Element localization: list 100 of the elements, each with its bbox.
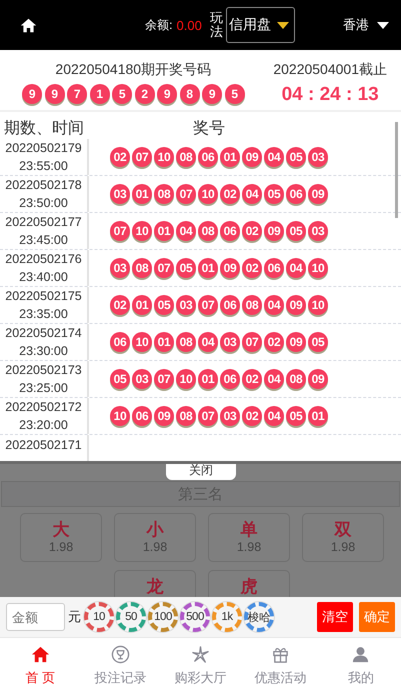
number-ball: 10: [132, 332, 152, 352]
nav-tab[interactable]: 优惠活动: [240, 638, 321, 693]
number-ball: 03: [110, 184, 130, 204]
draw-time: 23:45:00: [19, 232, 68, 249]
period-number: 20220502174: [5, 325, 82, 342]
number-ball: 03: [308, 221, 328, 241]
number-ball: 06: [264, 258, 284, 278]
number-ball: 02: [110, 295, 130, 315]
number-ball: 04: [264, 295, 284, 315]
number-ball: 05: [264, 184, 284, 204]
number-ball: 02: [242, 221, 262, 241]
number-ball: 06: [286, 184, 306, 204]
number-ball: 1: [90, 84, 110, 104]
number-ball: 02: [110, 147, 130, 167]
number-ball: 08: [176, 406, 196, 426]
balance-label: 余额:: [145, 16, 173, 34]
chip-button[interactable]: 500: [180, 602, 210, 632]
number-ball: 01: [198, 258, 218, 278]
number-ball: 07: [242, 332, 262, 352]
number-ball: 08: [286, 369, 306, 389]
nav-tab[interactable]: 我的: [320, 638, 401, 693]
number-ball: 03: [176, 295, 196, 315]
clear-button[interactable]: 清空: [317, 602, 353, 632]
nav-tab[interactable]: 首 页: [0, 638, 80, 693]
chip-button[interactable]: 50: [116, 602, 146, 632]
chip-button[interactable]: 1k: [212, 602, 242, 632]
draw-title: 20220504180期开奖号码: [55, 61, 212, 79]
draw-time: 23:50:00: [19, 195, 68, 212]
scrollbar[interactable]: [395, 122, 398, 218]
number-ball: 09: [286, 332, 306, 352]
number-ball: 08: [176, 332, 196, 352]
countdown: 04 : 24 : 13: [282, 84, 379, 106]
close-button[interactable]: 关闭: [166, 464, 236, 480]
mode-dropdown[interactable]: 信用盘: [226, 7, 295, 43]
number-ball: 04: [264, 147, 284, 167]
number-ball: 05: [286, 147, 306, 167]
period-number: 20220502175: [5, 288, 82, 305]
number-ball: 06: [132, 406, 152, 426]
balance-value: 0.00: [176, 18, 202, 32]
number-ball: 9: [157, 84, 177, 104]
mode-label: 玩法: [210, 11, 223, 39]
nav-tab[interactable]: 投注记录: [80, 638, 160, 693]
number-ball: 01: [132, 295, 152, 315]
number-ball: 06: [220, 369, 240, 389]
bet-option[interactable]: 双 1.98: [302, 513, 384, 562]
number-ball: 08: [198, 221, 218, 241]
number-ball: 01: [308, 406, 328, 426]
number-ball: 04: [286, 258, 306, 278]
number-ball: 7: [67, 84, 87, 104]
number-ball: 10: [308, 258, 328, 278]
number-ball: 2: [134, 84, 154, 104]
confirm-button[interactable]: 确定: [359, 602, 395, 632]
chip-button[interactable]: 梭哈: [244, 602, 274, 632]
number-ball: 07: [154, 258, 174, 278]
period-number: 20220502179: [5, 140, 82, 157]
nav-tab[interactable]: 购彩大厅: [160, 638, 241, 693]
amount-field[interactable]: 金额: [6, 603, 65, 631]
period-number: 20220502173: [5, 362, 82, 379]
number-ball: 09: [242, 147, 262, 167]
period-number: 20220502172: [5, 399, 82, 416]
number-ball: 5: [224, 84, 244, 104]
number-ball: 10: [154, 147, 174, 167]
number-ball: 03: [308, 147, 328, 167]
draw-time: 23:55:00: [19, 158, 68, 175]
number-ball: 08: [132, 258, 152, 278]
number-ball: 07: [154, 369, 174, 389]
number-ball: 02: [242, 258, 262, 278]
chip-button[interactable]: 100: [148, 602, 178, 632]
number-ball: 05: [286, 221, 306, 241]
number-ball: 07: [132, 147, 152, 167]
number-ball: 10: [198, 184, 218, 204]
period-number: 20220502177: [5, 214, 82, 231]
number-ball: 05: [308, 332, 328, 352]
number-ball: 05: [110, 369, 130, 389]
deadline-label: 20220504001截止: [273, 61, 387, 79]
number-ball: 06: [110, 332, 130, 352]
number-ball: 09: [220, 258, 240, 278]
number-ball: 07: [198, 295, 218, 315]
chip-button[interactable]: 10: [84, 602, 114, 632]
home-icon: [30, 644, 50, 664]
bet-option[interactable]: 小 1.98: [114, 513, 196, 562]
number-ball: 04: [176, 221, 196, 241]
number-ball: 06: [220, 295, 240, 315]
number-ball: 02: [242, 406, 262, 426]
number-ball: 05: [154, 295, 174, 315]
number-ball: 05: [286, 406, 306, 426]
number-ball: 07: [176, 184, 196, 204]
number-ball: 9: [44, 84, 64, 104]
bet-option[interactable]: 单 1.98: [208, 513, 290, 562]
bet-option[interactable]: 大 1.98: [20, 513, 102, 562]
number-ball: 02: [220, 184, 240, 204]
number-ball: 8: [180, 84, 200, 104]
number-ball: 06: [220, 221, 240, 241]
number-ball: 09: [286, 295, 306, 315]
number-ball: 03: [220, 406, 240, 426]
number-ball: 07: [110, 221, 130, 241]
number-ball: 04: [198, 332, 218, 352]
region-dropdown[interactable]: 香港: [343, 16, 389, 34]
number-ball: 04: [264, 406, 284, 426]
number-ball: 02: [264, 332, 284, 352]
